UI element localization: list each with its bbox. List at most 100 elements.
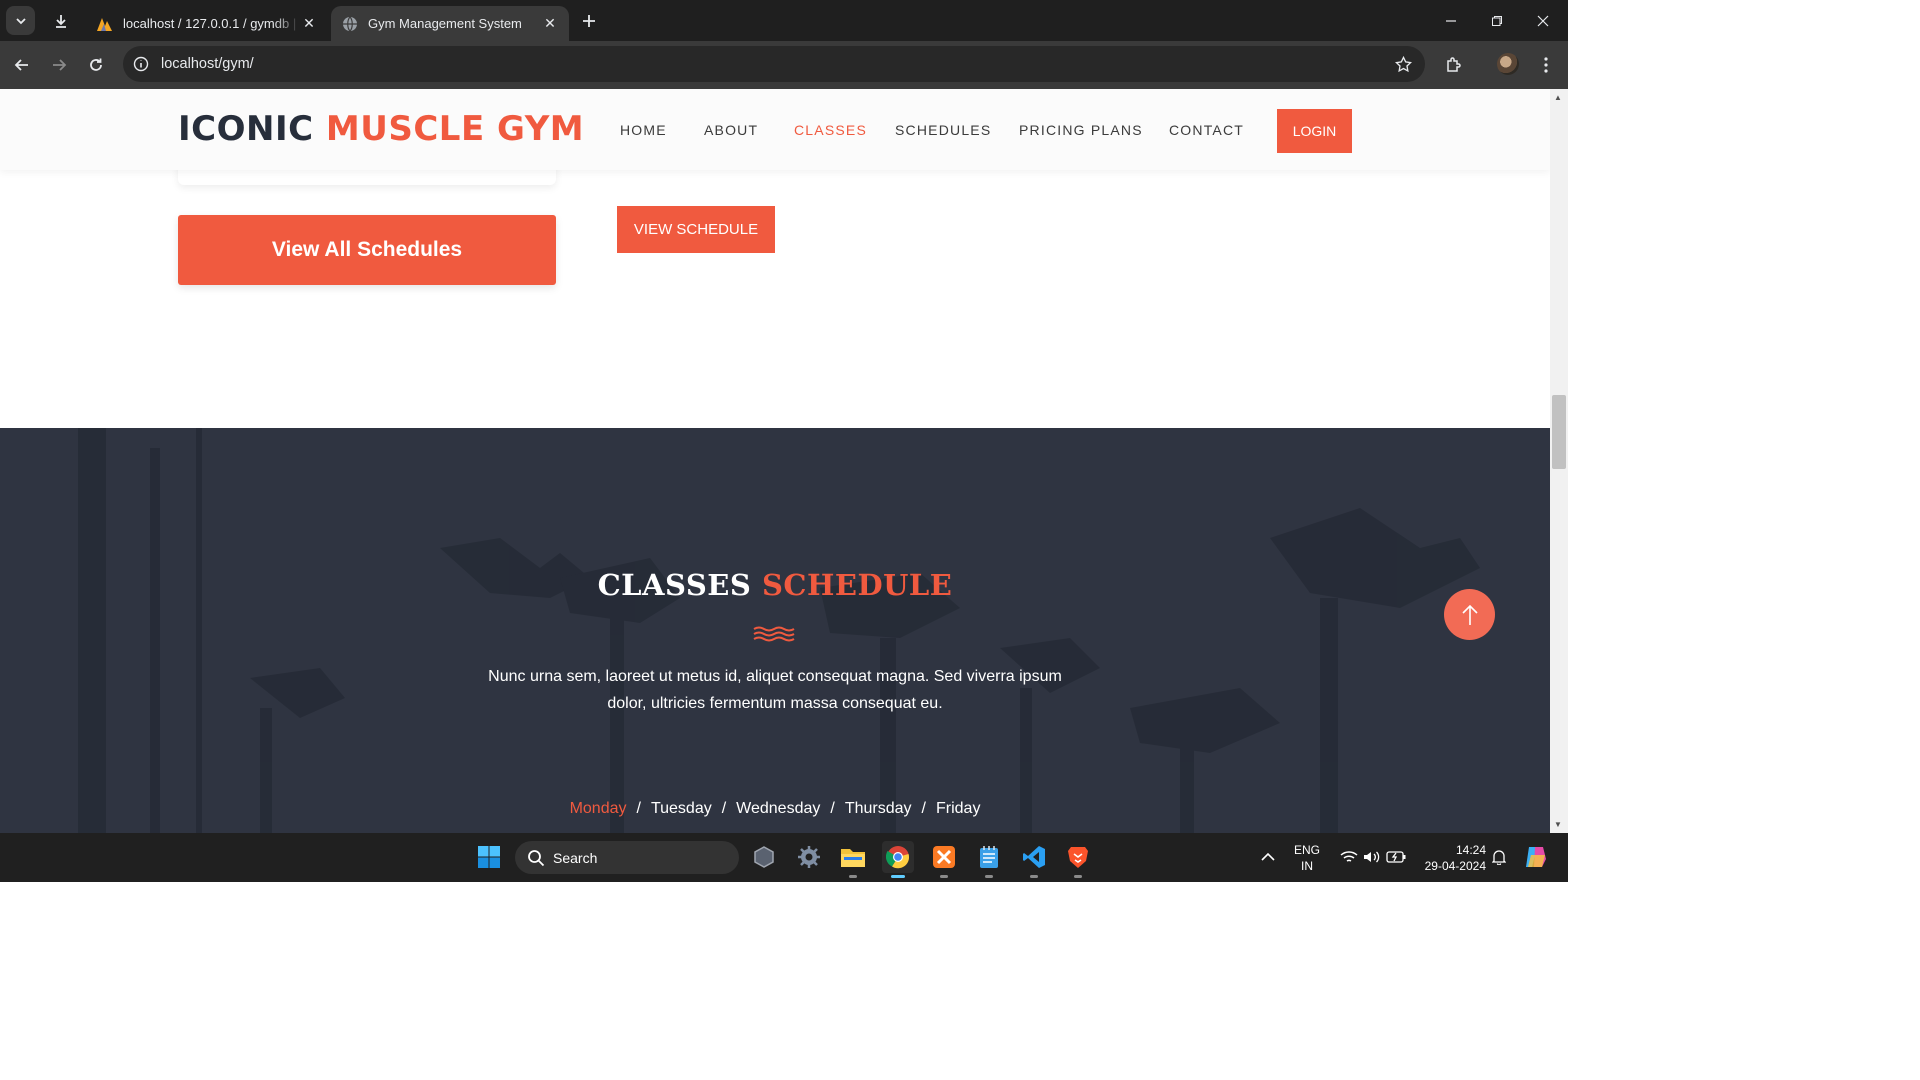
day-tab-friday[interactable]: Friday: [936, 800, 980, 818]
day-separator: /: [921, 800, 926, 817]
show-hidden-icons-button[interactable]: [1252, 841, 1284, 873]
site-header: ICONIC MUSCLE GYM HOME ABOUT CLASSES SCH…: [0, 89, 1550, 170]
chevron-down-icon: [15, 17, 26, 24]
running-indicator: [849, 875, 857, 878]
minimize-button[interactable]: [1428, 0, 1474, 41]
browser-menu-button[interactable]: [1534, 53, 1558, 77]
day-tab-thursday[interactable]: Thursday: [845, 800, 912, 818]
address-bar[interactable]: localhost/gym/: [123, 46, 1425, 82]
day-tab-monday[interactable]: Monday: [570, 800, 627, 818]
downloads-button[interactable]: [50, 10, 72, 32]
more-vertical-icon: [1544, 57, 1548, 73]
bell-icon: [1492, 850, 1506, 865]
day-separator: /: [830, 800, 835, 817]
notifications-button[interactable]: [1483, 841, 1515, 873]
tab-search-button[interactable]: [6, 6, 35, 35]
battery-status[interactable]: [1380, 841, 1412, 873]
back-button[interactable]: [10, 53, 34, 77]
view-all-schedules-button[interactable]: View All Schedules: [178, 215, 556, 285]
scrollbar-thumb[interactable]: [1552, 395, 1566, 469]
taskbar-app-vscode[interactable]: [1018, 841, 1050, 878]
day-tab-wednesday[interactable]: Wednesday: [736, 800, 820, 818]
nav-about[interactable]: ABOUT: [704, 122, 758, 138]
day-tab-tuesday[interactable]: Tuesday: [651, 800, 712, 818]
taskbar-app-widgets[interactable]: [748, 841, 780, 873]
download-icon: [56, 15, 66, 28]
plus-icon: [583, 15, 595, 27]
logo-text-part1: ICONIC: [178, 109, 314, 149]
copilot-button[interactable]: [1520, 841, 1552, 873]
minimize-icon: [1446, 19, 1456, 22]
profile-avatar[interactable]: [1497, 53, 1519, 75]
clock-time: 14:24: [1455, 843, 1486, 857]
phpmyadmin-favicon-icon: [96, 15, 114, 33]
page-scrollbar[interactable]: ▲ ▼: [1550, 89, 1568, 833]
section-title-part1: CLASSES: [597, 568, 752, 602]
scroll-up-arrow-icon[interactable]: ▲: [1554, 93, 1562, 102]
nav-contact[interactable]: CONTACT: [1169, 122, 1244, 138]
nav-home[interactable]: HOME: [620, 122, 667, 138]
site-info-icon[interactable]: [131, 54, 151, 74]
taskbar-app-notepad[interactable]: [973, 841, 1005, 878]
page-viewport: ICONIC MUSCLE GYM HOME ABOUT CLASSES SCH…: [0, 89, 1550, 833]
tab-title: Gym Management System: [368, 16, 522, 31]
view-schedule-button[interactable]: VIEW SCHEDULE: [617, 206, 775, 253]
day-separator: /: [636, 800, 641, 817]
extensions-button[interactable]: [1442, 53, 1466, 77]
restore-icon: [1492, 15, 1502, 26]
globe-favicon-icon: [341, 15, 359, 33]
browser-toolbar: localhost/gym/: [0, 41, 1568, 89]
nav-classes[interactable]: CLASSES: [794, 122, 867, 138]
notepad-icon: [980, 846, 998, 868]
copilot-icon: [1526, 847, 1546, 867]
taskbar-app-chrome[interactable]: [882, 841, 914, 878]
language-code: ENG: [1293, 843, 1320, 857]
tab-title: localhost / 127.0.0.1 / gymdb | phpMyAdm…: [123, 16, 300, 31]
taskbar-app-brave[interactable]: [1062, 841, 1094, 878]
logo-text-part2: MUSCLE GYM: [325, 109, 585, 149]
nav-pricing-plans[interactable]: PRICING PLANS: [1019, 122, 1143, 138]
tab-gym-management[interactable]: Gym Management System ✕: [331, 6, 569, 41]
bookmark-star-icon[interactable]: [1393, 54, 1413, 74]
brave-lion-icon: [1068, 847, 1088, 868]
active-indicator: [891, 875, 905, 878]
folder-icon: [841, 849, 865, 867]
clock[interactable]: 14:24 29-04-2024: [1416, 842, 1486, 874]
start-button[interactable]: [473, 841, 505, 873]
search-icon: [528, 849, 545, 866]
region-code: IN: [1301, 859, 1313, 873]
forward-button[interactable]: [47, 53, 71, 77]
wave-divider-icon: [753, 626, 795, 642]
battery-charging-icon: [1386, 851, 1406, 863]
windows-taskbar: Search ENG IN 14:24 29-04-2024: [0, 833, 1568, 882]
reload-button[interactable]: [84, 53, 108, 77]
section-title-part2: SCHEDULE: [761, 568, 953, 602]
tab-phpmyadmin[interactable]: localhost / 127.0.0.1 / gymdb | phpMyAdm…: [86, 6, 328, 41]
taskbar-app-file-explorer[interactable]: [837, 841, 869, 878]
restore-button[interactable]: [1474, 0, 1520, 41]
running-indicator: [1074, 875, 1082, 878]
puzzle-icon: [1447, 57, 1461, 72]
running-indicator: [985, 875, 993, 878]
close-tab-icon[interactable]: ✕: [541, 15, 559, 33]
site-logo[interactable]: ICONIC MUSCLE GYM: [178, 109, 584, 149]
close-tab-icon[interactable]: ✕: [300, 15, 318, 33]
browser-tab-strip: localhost / 127.0.0.1 / gymdb | phpMyAdm…: [0, 0, 1568, 41]
language-indicator[interactable]: ENG IN: [1290, 842, 1324, 874]
windows-logo-icon: [478, 846, 500, 868]
nav-schedules[interactable]: SCHEDULES: [895, 122, 991, 138]
taskbar-app-settings[interactable]: [793, 841, 825, 873]
taskbar-app-xampp[interactable]: [928, 841, 960, 878]
taskbar-search[interactable]: Search: [515, 841, 739, 874]
login-button[interactable]: LOGIN: [1277, 109, 1352, 153]
scroll-to-top-button[interactable]: [1444, 589, 1495, 640]
section-description: Nunc urna sem, laoreet ut metus id, aliq…: [488, 668, 1062, 712]
new-tab-button[interactable]: [578, 10, 600, 32]
clock-date: 29-04-2024: [1424, 859, 1486, 873]
arrow-right-icon: [53, 59, 67, 71]
search-label: Search: [553, 849, 598, 866]
scroll-down-arrow-icon[interactable]: ▼: [1554, 820, 1562, 829]
chevron-up-icon: [1261, 852, 1275, 861]
classes-schedule-section: CLASSES SCHEDULE Nunc urna sem, laoreet …: [0, 428, 1550, 833]
close-window-button[interactable]: [1520, 0, 1566, 41]
